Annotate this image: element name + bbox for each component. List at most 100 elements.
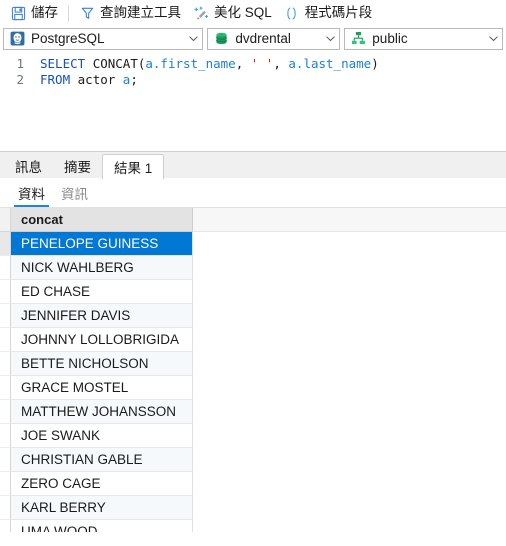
table-row[interactable]: GRACE MOSTEL — [0, 376, 506, 400]
table-row[interactable]: NICK WAHLBERG — [0, 256, 506, 280]
row-handle[interactable] — [0, 232, 11, 256]
grid-column-header[interactable]: concat — [11, 208, 193, 232]
main-toolbar: 儲存 查詢建立工具 美化 SQL 程式碼片段 — [0, 0, 506, 26]
table-row[interactable]: ZERO CAGE — [0, 472, 506, 496]
grid-cell[interactable]: JENNIFER DAVIS — [11, 304, 193, 328]
result-tab[interactable]: 訊息 — [4, 154, 53, 178]
row-handle[interactable] — [0, 328, 11, 352]
code-snippet-label: 程式碼片段 — [304, 5, 373, 21]
editor-code-area[interactable]: SELECT CONCAT(a.first_name, ' ', a.last_… — [30, 56, 506, 88]
sql-editor[interactable]: 12 SELECT CONCAT(a.first_name, ' ', a.la… — [0, 51, 506, 151]
code-snippet-icon — [284, 5, 300, 21]
query-builder-button[interactable]: 查詢建立工具 — [73, 1, 187, 25]
connection-bar: PostgreSQL dvdrental public — [0, 26, 506, 51]
grid-cell[interactable]: ED CHASE — [11, 280, 193, 304]
table-row[interactable]: JOHNNY LOLLOBRIGIDA — [0, 328, 506, 352]
code-token: a.first_name — [145, 56, 236, 71]
grid-cell[interactable]: PENELOPE GUINESS — [11, 232, 193, 256]
postgresql-icon — [9, 31, 25, 47]
table-row[interactable]: MATTHEW JOHANSSON — [0, 400, 506, 424]
save-label: 儲存 — [31, 5, 58, 21]
query-builder-label: 查詢建立工具 — [100, 5, 181, 21]
beautify-sql-icon — [193, 5, 209, 21]
row-handle[interactable] — [0, 496, 11, 520]
grid-row-filler — [193, 448, 506, 472]
grid-cell[interactable]: MATTHEW JOHANSSON — [11, 400, 193, 424]
query-builder-icon — [79, 5, 95, 21]
row-handle[interactable] — [0, 352, 11, 376]
schema-dropdown[interactable]: public — [344, 27, 504, 50]
row-handle[interactable] — [0, 400, 11, 424]
table-row[interactable]: KARL BERRY — [0, 496, 506, 520]
toolbar-separator — [68, 4, 69, 22]
row-handle[interactable] — [0, 280, 11, 304]
grid-row-filler — [193, 328, 506, 352]
grid-cell[interactable]: JOE SWANK — [11, 424, 193, 448]
code-line: FROM actor a; — [40, 72, 506, 88]
grid-cell[interactable]: NICK WAHLBERG — [11, 256, 193, 280]
grid-row-filler — [193, 280, 506, 304]
grid-cell[interactable]: BETTE NICHOLSON — [11, 352, 193, 376]
row-handle[interactable] — [0, 256, 11, 280]
line-number: 1 — [16, 56, 24, 71]
chevron-down-icon[interactable] — [484, 29, 502, 49]
grid-row-filler — [193, 424, 506, 448]
row-handle[interactable] — [0, 520, 11, 532]
code-snippet-button[interactable]: 程式碼片段 — [278, 1, 379, 25]
result-tabstrip: 訊息 摘要 結果 1 — [0, 151, 506, 179]
driver-dropdown[interactable]: PostgreSQL — [3, 27, 204, 50]
result-tab[interactable]: 摘要 — [53, 154, 102, 178]
grid-cell[interactable]: ZERO CAGE — [11, 472, 193, 496]
chevron-down-icon[interactable] — [184, 29, 202, 49]
table-row[interactable]: PENELOPE GUINESS — [0, 232, 506, 256]
save-icon — [10, 5, 26, 21]
table-row[interactable]: UMA WOOD — [0, 520, 506, 532]
grid-cell[interactable]: JOHNNY LOLLOBRIGIDA — [11, 328, 193, 352]
beautify-sql-label: 美化 SQL — [214, 5, 272, 21]
row-handle[interactable] — [0, 304, 11, 328]
code-token: actor — [77, 72, 123, 87]
result-tab[interactable]: 結果 1 — [102, 154, 165, 179]
table-row[interactable]: CHRISTIAN GABLE — [0, 448, 506, 472]
result-subtab[interactable]: 資料 — [10, 178, 53, 207]
row-handle[interactable] — [0, 376, 11, 400]
grid-cell[interactable]: UMA WOOD — [11, 520, 193, 532]
grid-row-filler — [193, 400, 506, 424]
grid-header-filler — [193, 208, 506, 232]
database-value: dvdrental — [235, 31, 291, 46]
grid-row-filler — [193, 496, 506, 520]
grid-corner-cell[interactable] — [0, 208, 11, 232]
table-row[interactable]: BETTE NICHOLSON — [0, 352, 506, 376]
grid-cell[interactable]: KARL BERRY — [11, 496, 193, 520]
grid-header-row: concat — [0, 208, 506, 232]
database-dropdown[interactable]: dvdrental — [207, 27, 341, 50]
code-token: CONCAT — [92, 56, 138, 71]
code-token: ) — [371, 56, 379, 71]
code-token: , — [235, 56, 251, 71]
grid-cell[interactable]: GRACE MOSTEL — [11, 376, 193, 400]
editor-line-numbers: 12 — [0, 56, 30, 88]
code-token: a.last_name — [288, 56, 372, 71]
grid-cell[interactable]: CHRISTIAN GABLE — [11, 448, 193, 472]
table-row[interactable]: ED CHASE — [0, 280, 506, 304]
chevron-down-icon[interactable] — [321, 29, 339, 49]
row-handle[interactable] — [0, 424, 11, 448]
row-handle[interactable] — [0, 472, 11, 496]
code-token: ; — [130, 72, 138, 87]
beautify-sql-button[interactable]: 美化 SQL — [187, 1, 278, 25]
code-token: SELECT — [40, 56, 93, 71]
grid-row-filler — [193, 304, 506, 328]
code-token: , — [273, 56, 289, 71]
grid-row-filler — [193, 520, 506, 532]
table-row[interactable]: JOE SWANK — [0, 424, 506, 448]
result-subtab[interactable]: 資訊 — [53, 178, 96, 207]
code-token: ' ' — [250, 56, 274, 71]
grid-row-filler — [193, 472, 506, 496]
database-icon — [213, 31, 229, 47]
table-row[interactable]: JENNIFER DAVIS — [0, 304, 506, 328]
code-line: SELECT CONCAT(a.first_name, ' ', a.last_… — [40, 56, 506, 72]
save-button[interactable]: 儲存 — [4, 1, 64, 25]
result-grid[interactable]: concat PENELOPE GUINESS NICK WAHLBERG ED CH… — [0, 208, 506, 532]
schema-value: public — [372, 31, 408, 46]
row-handle[interactable] — [0, 448, 11, 472]
